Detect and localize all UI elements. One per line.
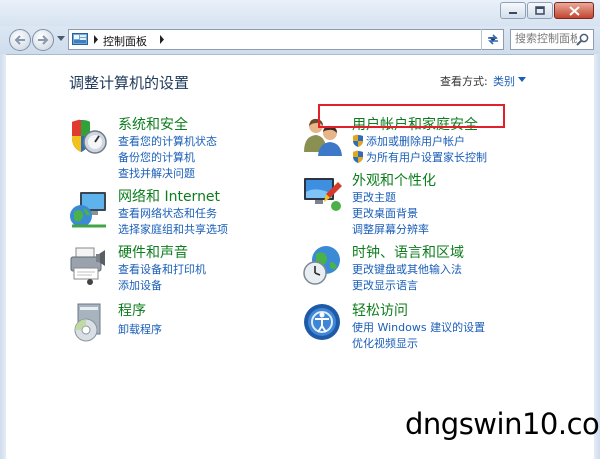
navigation-bar: 控制面板 [0, 26, 600, 55]
page-title: 调整计算机的设置 [69, 74, 190, 92]
refresh-icon [487, 34, 498, 45]
category-title[interactable]: 轻松访问 [352, 300, 408, 320]
link-parental-controls[interactable]: 为所有用户设置家长控制 [366, 149, 487, 165]
recent-pages-dropdown-icon[interactable] [57, 36, 65, 42]
back-button[interactable] [9, 29, 31, 51]
watermark: dngswin10.com [405, 407, 600, 441]
forward-button[interactable] [32, 29, 54, 51]
hardware-sound-icon[interactable] [68, 244, 110, 286]
link-backup-computer[interactable]: 备份您的计算机 [118, 149, 195, 165]
title-bar [0, 0, 600, 26]
arrow-right-icon [38, 35, 49, 45]
link-devices-printers[interactable]: 查看设备和打印机 [118, 261, 206, 277]
link-change-desktop-background[interactable]: 更改桌面背景 [352, 205, 418, 221]
refresh-button[interactable] [481, 29, 503, 50]
category-title[interactable]: 时钟、语言和区域 [352, 242, 464, 262]
window-border-right [594, 54, 600, 459]
view-by-dropdown[interactable]: 类别 [493, 73, 515, 89]
chevron-down-icon[interactable] [518, 77, 526, 82]
uac-shield-icon [353, 134, 363, 147]
maximize-button[interactable] [527, 2, 553, 19]
link-add-device[interactable]: 添加设备 [118, 277, 162, 293]
window-controls [500, 2, 594, 19]
link-troubleshoot[interactable]: 查找并解决问题 [118, 165, 195, 181]
arrow-left-icon [14, 35, 25, 45]
close-icon [568, 5, 580, 16]
ease-of-access-icon[interactable] [302, 302, 344, 344]
link-uninstall-program[interactable]: 卸载程序 [118, 321, 162, 337]
search-input[interactable] [515, 32, 577, 45]
link-add-remove-accounts[interactable]: 添加或删除用户帐户 [366, 133, 465, 149]
category-title[interactable]: 外观和个性化 [352, 170, 436, 190]
appearance-icon[interactable] [302, 172, 344, 214]
link-change-theme[interactable]: 更改主题 [352, 189, 396, 205]
breadcrumb-control-panel[interactable]: 控制面板 [103, 33, 147, 49]
link-network-status[interactable]: 查看网络状态和任务 [118, 205, 217, 221]
control-panel-window: 控制面板 调整计算机的设置 查看方式: 类别 [0, 0, 600, 459]
highlight-box [318, 104, 505, 128]
link-change-input-method[interactable]: 更改键盘或其他输入法 [352, 261, 462, 277]
link-screen-resolution[interactable]: 调整屏幕分辨率 [352, 221, 429, 237]
category-title[interactable]: 程序 [118, 300, 146, 320]
category-title[interactable]: 网络和 Internet [118, 186, 220, 206]
category-title[interactable]: 硬件和声音 [118, 242, 188, 262]
search-box[interactable] [510, 29, 594, 50]
link-homegroup-sharing[interactable]: 选择家庭组和共享选项 [118, 221, 228, 237]
window-border-left [0, 54, 6, 459]
link-view-computer-status[interactable]: 查看您的计算机状态 [118, 133, 217, 149]
system-security-icon[interactable] [68, 116, 110, 158]
link-windows-suggested-settings[interactable]: 使用 Windows 建议的设置 [352, 319, 485, 335]
minimize-icon [509, 11, 517, 14]
breadcrumb-separator-icon[interactable] [159, 35, 165, 44]
clock-language-region-icon[interactable] [302, 244, 344, 286]
network-internet-icon[interactable] [68, 188, 110, 230]
link-change-display-language[interactable]: 更改显示语言 [352, 277, 418, 293]
control-panel-icon [72, 33, 88, 45]
address-bar[interactable]: 控制面板 [68, 29, 504, 50]
programs-icon[interactable] [68, 302, 110, 344]
uac-shield-icon [353, 150, 363, 163]
close-button[interactable] [554, 2, 594, 19]
category-title[interactable]: 系统和安全 [118, 114, 188, 134]
minimize-button[interactable] [500, 2, 526, 19]
search-icon[interactable] [576, 33, 589, 46]
view-by-label: 查看方式: [440, 75, 488, 88]
maximize-icon [535, 6, 545, 15]
breadcrumb-separator-icon[interactable] [93, 35, 99, 44]
link-optimize-visual-display[interactable]: 优化视频显示 [352, 335, 418, 351]
